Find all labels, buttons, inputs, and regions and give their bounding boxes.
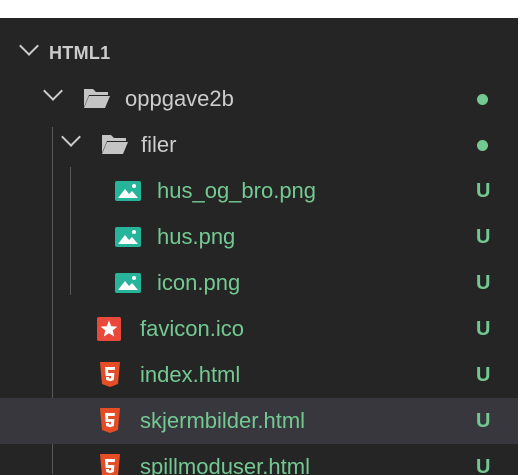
folder-row-oppgave2b[interactable]: oppgave2b	[0, 76, 518, 122]
file-row-skjermbilder-html[interactable]: skjermbilder.html U	[0, 398, 518, 444]
file-label: skjermbilder.html	[140, 408, 306, 433]
file-row-spillmoduser-html[interactable]: spillmoduser.html U	[0, 444, 518, 475]
file-row-favicon-ico[interactable]: favicon.ico U	[0, 306, 518, 352]
root-folder-label: HTML1	[49, 42, 111, 63]
git-untracked-badge: U	[476, 455, 491, 475]
folder-open-icon	[83, 87, 111, 109]
chevron-down-icon	[43, 81, 63, 101]
html5-icon	[99, 454, 121, 475]
git-modified-dot	[477, 94, 488, 105]
chevron-down-icon	[61, 127, 81, 147]
chevron-down-icon	[19, 36, 39, 56]
file-row-hus-png[interactable]: hus.png U	[0, 214, 518, 260]
file-row-icon-png[interactable]: icon.png U	[0, 260, 518, 306]
file-explorer: HTML1 oppgave2b filer hus_og_bro.png U h…	[0, 0, 520, 475]
image-icon	[115, 273, 141, 293]
favicon-star-icon	[97, 317, 121, 341]
folder-label: oppgave2b	[125, 86, 234, 111]
git-untracked-badge: U	[476, 271, 491, 294]
image-icon	[115, 227, 141, 247]
html5-icon	[99, 408, 121, 434]
file-label: icon.png	[157, 270, 241, 295]
file-label: spillmoduser.html	[140, 454, 310, 475]
git-untracked-badge: U	[476, 179, 491, 202]
file-label: favicon.ico	[140, 316, 244, 341]
file-label: index.html	[140, 362, 241, 387]
file-label: hus_og_bro.png	[157, 178, 317, 203]
git-untracked-badge: U	[476, 409, 491, 432]
folder-open-icon	[101, 133, 129, 155]
image-icon	[115, 181, 141, 201]
folder-label: filer	[141, 132, 177, 157]
file-row-hus-og-bro-png[interactable]: hus_og_bro.png U	[0, 168, 518, 214]
git-untracked-badge: U	[476, 363, 491, 386]
git-modified-dot	[477, 140, 488, 151]
html5-icon	[99, 362, 121, 388]
file-row-index-html[interactable]: index.html U	[0, 352, 518, 398]
git-untracked-badge: U	[476, 225, 491, 248]
explorer-panel: HTML1 oppgave2b filer hus_og_bro.png U h…	[0, 18, 518, 475]
folder-row-filer[interactable]: filer	[0, 122, 518, 168]
root-folder-row[interactable]: HTML1	[0, 30, 518, 76]
file-label: hus.png	[157, 224, 236, 249]
git-untracked-badge: U	[476, 317, 491, 340]
